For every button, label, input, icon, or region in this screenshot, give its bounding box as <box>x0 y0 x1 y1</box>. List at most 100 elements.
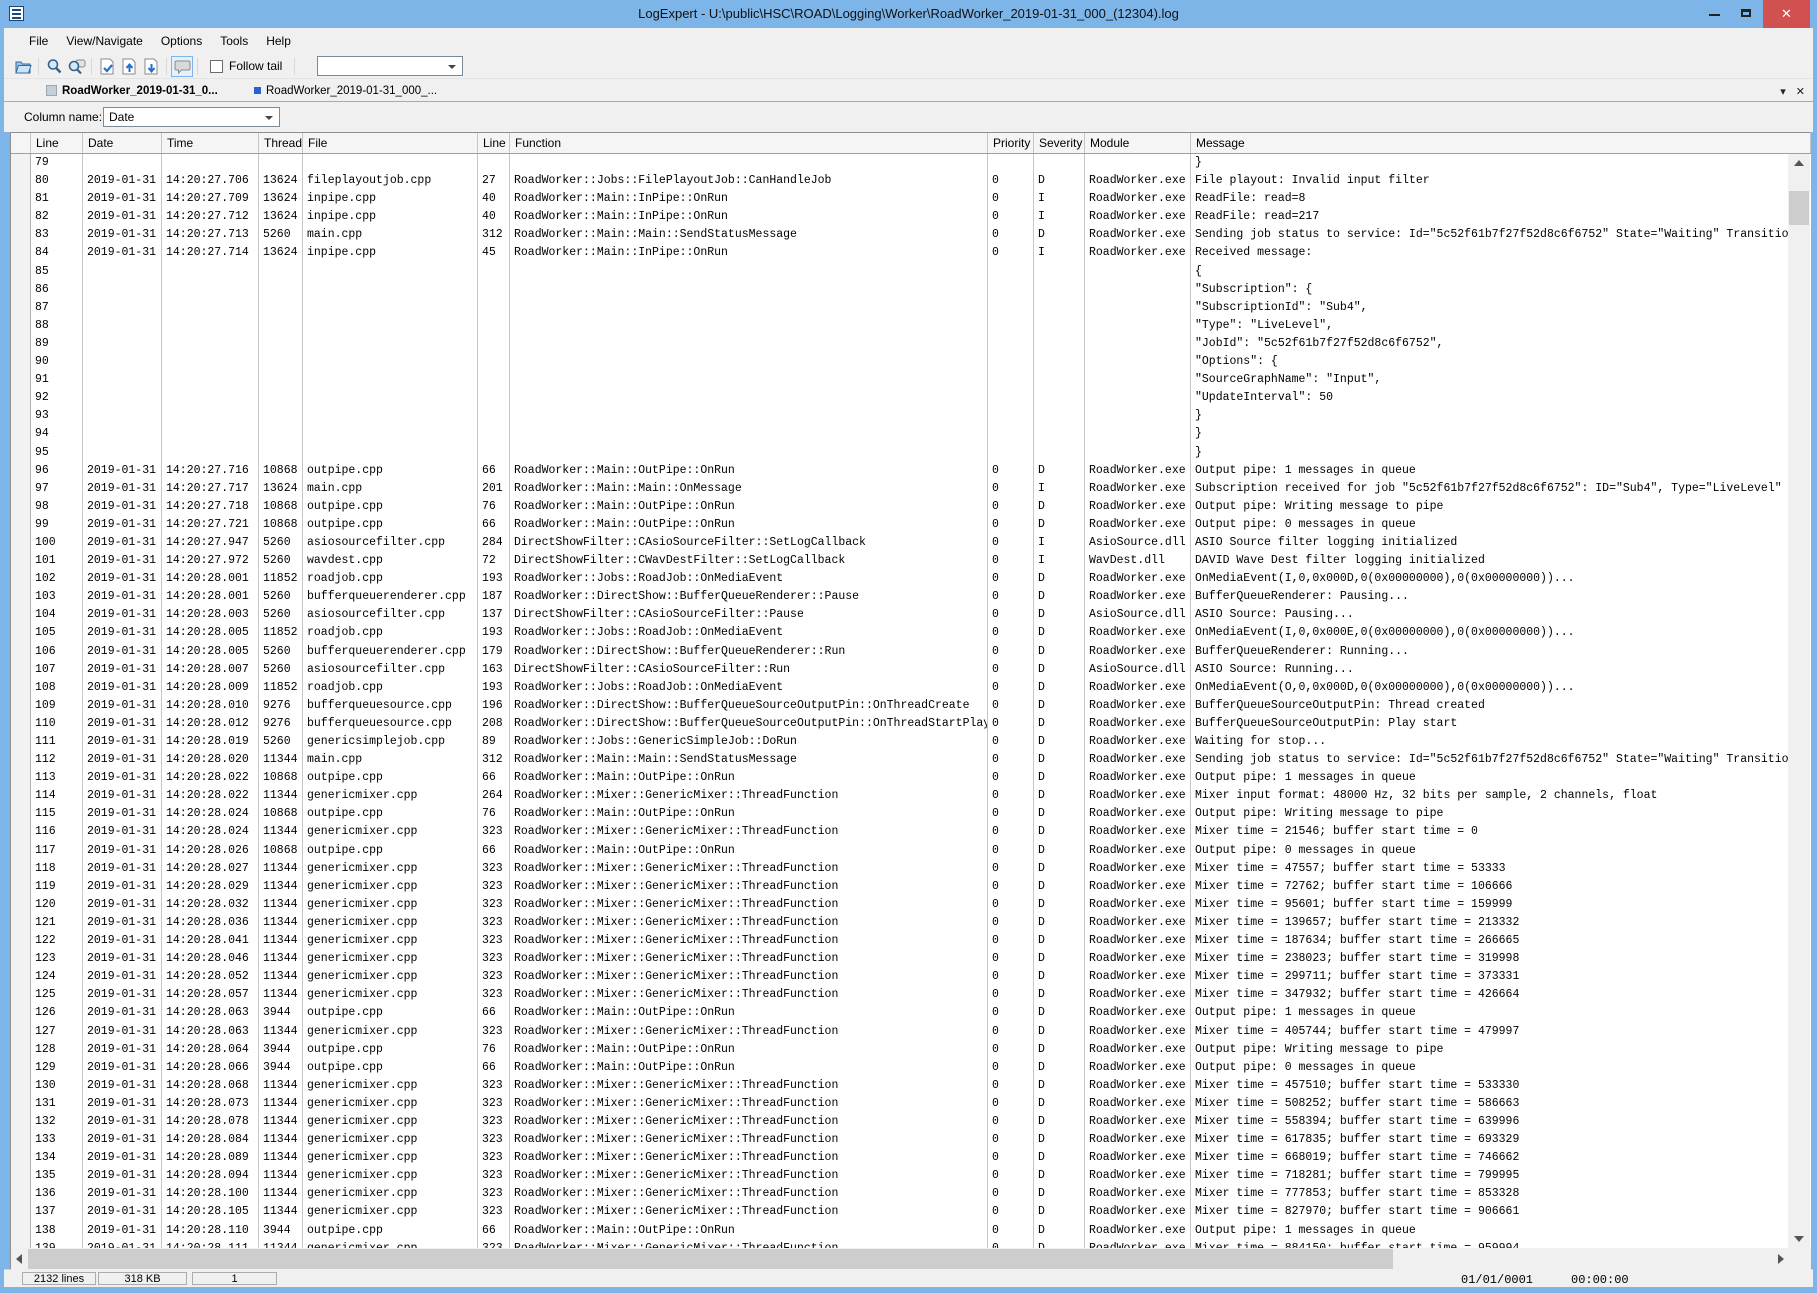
table-row[interactable]: 1072019-01-3114:20:28.0075260asiosourcef… <box>11 661 1811 679</box>
table-row[interactable]: 972019-01-3114:20:27.71713624main.cpp201… <box>11 480 1811 498</box>
table-row[interactable]: 1352019-01-3114:20:28.09411344genericmix… <box>11 1167 1811 1185</box>
tab-roadworker-1[interactable]: RoadWorker_2019-01-31_0... <box>28 80 232 101</box>
table-row[interactable]: 1082019-01-3114:20:28.00911852roadjob.cp… <box>11 679 1811 697</box>
table-row[interactable]: 1052019-01-3114:20:28.00511852roadjob.cp… <box>11 624 1811 642</box>
menu-view-navigate[interactable]: View/Navigate <box>57 30 152 52</box>
column-header-date[interactable]: Date <box>83 133 162 153</box>
table-row[interactable]: 1282019-01-3114:20:28.0643944outpipe.cpp… <box>11 1041 1811 1059</box>
table-row[interactable]: 92"UpdateInterval": 50 <box>11 389 1811 407</box>
table-row[interactable]: 1002019-01-3114:20:27.9475260asiosourcef… <box>11 534 1811 552</box>
table-row[interactable]: 962019-01-3114:20:27.71610868outpipe.cpp… <box>11 462 1811 480</box>
table-row[interactable]: 832019-01-3114:20:27.7135260main.cpp312R… <box>11 226 1811 244</box>
table-row[interactable]: 1252019-01-3114:20:28.05711344genericmix… <box>11 986 1811 1004</box>
tab-list-dropdown[interactable]: ▾ <box>1780 85 1786 98</box>
table-row[interactable]: 95} <box>11 444 1811 462</box>
tab-roadworker-2[interactable]: RoadWorker_2019-01-31_000_... <box>236 80 451 101</box>
table-row[interactable]: 91"SourceGraphName": "Input", <box>11 371 1811 389</box>
table-row[interactable]: 1322019-01-3114:20:28.07811344genericmix… <box>11 1113 1811 1131</box>
table-row[interactable]: 79} <box>11 154 1811 172</box>
menu-options[interactable]: Options <box>152 30 211 52</box>
maximize-button[interactable] <box>1731 0 1763 28</box>
table-row[interactable]: 802019-01-3114:20:27.70613624fileplayout… <box>11 172 1811 190</box>
table-row[interactable]: 1292019-01-3114:20:28.0663944outpipe.cpp… <box>11 1059 1811 1077</box>
table-row[interactable]: 992019-01-3114:20:27.72110868outpipe.cpp… <box>11 516 1811 534</box>
table-row[interactable]: 1312019-01-3114:20:28.07311344genericmix… <box>11 1095 1811 1113</box>
table-row[interactable]: 982019-01-3114:20:27.71810868outpipe.cpp… <box>11 498 1811 516</box>
column-header-line-no[interactable]: Line <box>478 133 510 153</box>
table-row[interactable]: 1212019-01-3114:20:28.03611344genericmix… <box>11 914 1811 932</box>
column-header-time[interactable]: Time <box>162 133 259 153</box>
table-row[interactable]: 1222019-01-3114:20:28.04111344genericmix… <box>11 932 1811 950</box>
table-row[interactable]: 1332019-01-3114:20:28.08411344genericmix… <box>11 1131 1811 1149</box>
scroll-down-icon[interactable] <box>1794 1236 1804 1242</box>
table-row[interactable]: 1132019-01-3114:20:28.02210868outpipe.cp… <box>11 769 1811 787</box>
table-row[interactable]: 87"SubscriptionId": "Sub4", <box>11 299 1811 317</box>
table-row[interactable]: 1382019-01-3114:20:28.1103944outpipe.cpp… <box>11 1222 1811 1240</box>
table-row[interactable]: 1152019-01-3114:20:28.02410868outpipe.cp… <box>11 805 1811 823</box>
column-header-severity[interactable]: Severity <box>1034 133 1085 153</box>
scroll-right-icon[interactable] <box>1778 1254 1784 1264</box>
vertical-scroll-thumb[interactable] <box>1789 191 1809 225</box>
column-header-module[interactable]: Module <box>1085 133 1191 153</box>
table-row[interactable]: 1242019-01-3114:20:28.05211344genericmix… <box>11 968 1811 986</box>
table-row[interactable]: 1172019-01-3114:20:28.02610868outpipe.cp… <box>11 842 1811 860</box>
column-header-function[interactable]: Function <box>510 133 988 153</box>
table-row[interactable]: 1342019-01-3114:20:28.08911344genericmix… <box>11 1149 1811 1167</box>
column-header-message[interactable]: Message <box>1191 133 1811 153</box>
menu-file[interactable]: File <box>20 30 57 52</box>
table-row[interactable]: 1182019-01-3114:20:28.02711344genericmix… <box>11 860 1811 878</box>
table-row[interactable]: 1042019-01-3114:20:28.0035260asiosourcef… <box>11 606 1811 624</box>
table-row[interactable]: 89"JobId": "5c52f61b7f27f52d8c6f6752", <box>11 335 1811 353</box>
table-row[interactable]: 93} <box>11 407 1811 425</box>
table-row[interactable]: 1142019-01-3114:20:28.02211344genericmix… <box>11 787 1811 805</box>
next-bookmark-button[interactable] <box>140 56 162 77</box>
horizontal-scrollbar[interactable] <box>11 1248 1789 1270</box>
table-row[interactable]: 1102019-01-3114:20:28.0129276bufferqueue… <box>11 715 1811 733</box>
search-button[interactable] <box>43 56 65 77</box>
close-button[interactable]: ✕ <box>1763 0 1810 28</box>
table-row[interactable]: 1202019-01-3114:20:28.03211344genericmix… <box>11 896 1811 914</box>
follow-tail-toggle[interactable]: Follow tail <box>210 59 282 73</box>
prev-bookmark-button[interactable] <box>118 56 140 77</box>
horizontal-scroll-thumb[interactable] <box>28 1249 1393 1269</box>
table-row[interactable]: 88"Type": "LiveLevel", <box>11 317 1811 335</box>
search-filter-button[interactable] <box>65 56 87 77</box>
table-row[interactable]: 1062019-01-3114:20:28.0055260bufferqueue… <box>11 643 1811 661</box>
column-header-thread[interactable]: Thread <box>259 133 303 153</box>
table-row[interactable]: 1092019-01-3114:20:28.0109276bufferqueue… <box>11 697 1811 715</box>
follow-tail-checkbox[interactable] <box>210 60 223 73</box>
vertical-scrollbar[interactable] <box>1788 154 1810 1248</box>
column-name-combobox[interactable]: Date <box>103 107 280 127</box>
table-row[interactable]: 1362019-01-3114:20:28.10011344genericmix… <box>11 1185 1811 1203</box>
table-row[interactable]: 1392019-01-3114:20:28.11111344genericmix… <box>11 1240 1811 1248</box>
table-row[interactable]: 1012019-01-3114:20:27.9725260wavdest.cpp… <box>11 552 1811 570</box>
toggle-bookmark-button[interactable] <box>96 56 118 77</box>
table-row[interactable]: 94} <box>11 425 1811 443</box>
column-header-line[interactable]: Line <box>31 133 83 153</box>
table-row[interactable]: 1162019-01-3114:20:28.02411344genericmix… <box>11 823 1811 841</box>
column-header-priority[interactable]: Priority <box>988 133 1034 153</box>
scroll-left-icon[interactable] <box>16 1254 22 1264</box>
tab-close-button[interactable]: ✕ <box>1796 85 1805 98</box>
menu-help[interactable]: Help <box>257 30 300 52</box>
table-row[interactable]: 1192019-01-3114:20:28.02911344genericmix… <box>11 878 1811 896</box>
table-row[interactable]: 86"Subscription": { <box>11 281 1811 299</box>
table-row[interactable]: 1032019-01-3114:20:28.0015260bufferqueue… <box>11 588 1811 606</box>
table-row[interactable]: 1262019-01-3114:20:28.0633944outpipe.cpp… <box>11 1004 1811 1022</box>
table-row[interactable]: 1302019-01-3114:20:28.06811344genericmix… <box>11 1077 1811 1095</box>
open-file-button[interactable] <box>12 56 34 77</box>
scroll-up-icon[interactable] <box>1794 160 1804 166</box>
minimize-button[interactable] <box>1699 0 1731 28</box>
table-row[interactable]: 90"Options": { <box>11 353 1811 371</box>
toolbar-combobox[interactable] <box>317 56 463 76</box>
column-header-file[interactable]: File <box>303 133 478 153</box>
table-row[interactable]: 1272019-01-3114:20:28.06311344genericmix… <box>11 1023 1811 1041</box>
table-row[interactable]: 842019-01-3114:20:27.71413624inpipe.cpp4… <box>11 244 1811 262</box>
table-row[interactable]: 1372019-01-3114:20:28.10511344genericmix… <box>11 1203 1811 1221</box>
table-row[interactable]: 1232019-01-3114:20:28.04611344genericmix… <box>11 950 1811 968</box>
column-header-gutter[interactable] <box>11 133 31 153</box>
menu-tools[interactable]: Tools <box>211 30 257 52</box>
table-row[interactable]: 85{ <box>11 263 1811 281</box>
table-row[interactable]: 1022019-01-3114:20:28.00111852roadjob.cp… <box>11 570 1811 588</box>
bookmark-comment-button[interactable] <box>171 56 193 77</box>
